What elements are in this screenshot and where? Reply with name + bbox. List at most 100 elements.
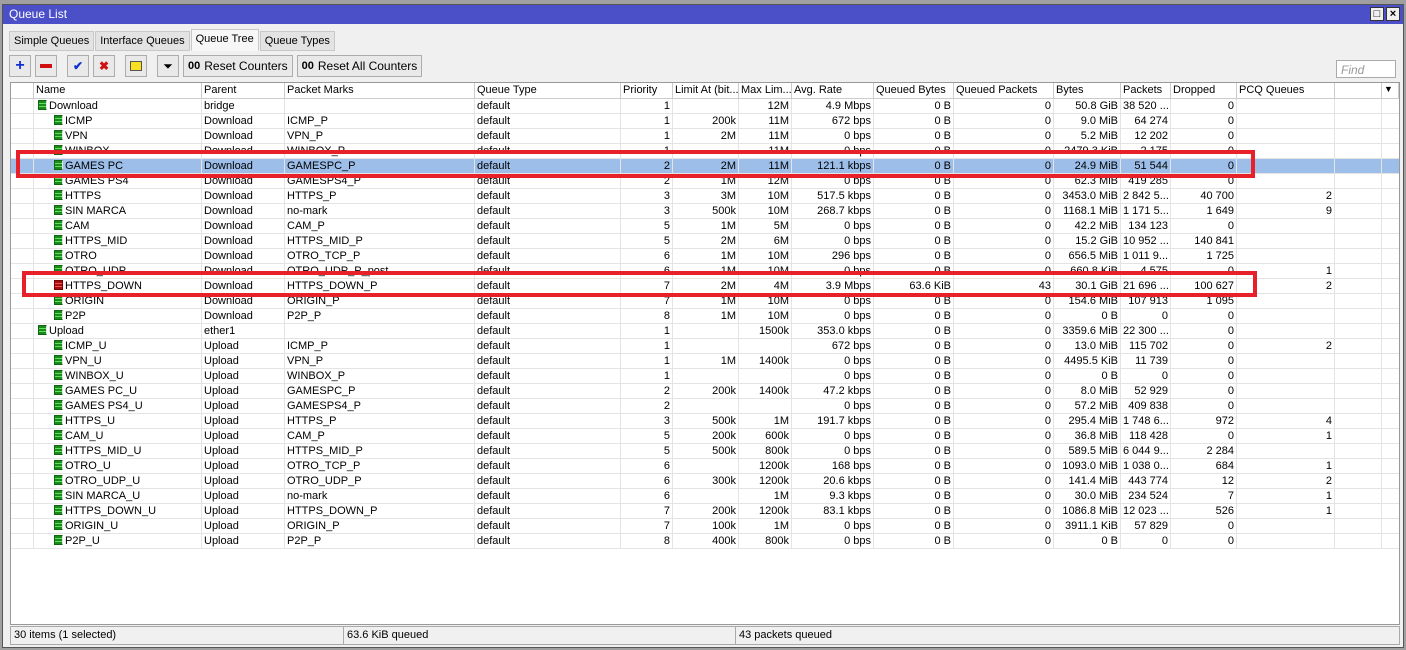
table-row[interactable]: OTRO Download OTRO_TCP_P default 6 1M 10M 296 b… xyxy=(11,249,1399,264)
table-row[interactable]: WINBOX Download WINBOX_P default 1 11M 0 bps 0 … xyxy=(11,144,1399,159)
queue-name: Upload xyxy=(49,325,84,337)
table-row[interactable]: VPN_U Upload VPN_P default 1 1M 1400k 0 bps 0 B0… xyxy=(11,354,1399,369)
table-row[interactable]: CAM Download CAM_P default 5 1M 5M 0 bps 0 B 0 42.… xyxy=(11,219,1399,234)
reset-all-counters-button[interactable]: 00 Reset All Counters xyxy=(296,55,423,77)
table-row[interactable]: OTRO_UDP_U Upload OTRO_UDP_P default 6 300k 12… xyxy=(11,474,1399,489)
cell-prio: 7 xyxy=(621,279,673,293)
table-row[interactable]: HTTPS Download HTTPS_P default 3 3M 10M 517.5 k… xyxy=(11,189,1399,204)
row-gutter xyxy=(11,324,34,338)
reset-counters-label: Reset Counters xyxy=(204,59,288,73)
table-row[interactable]: SIN MARCA Download no-mark default 3 500k 10M 2… xyxy=(11,204,1399,219)
cell-qbytes: 0 B xyxy=(874,474,954,488)
cell-qbytes: 0 B xyxy=(874,204,954,218)
cell-marks xyxy=(285,99,475,113)
note-icon xyxy=(130,61,142,71)
table-row[interactable]: WINBOX_U Upload WINBOX_P default 1 0 bps 0 B00… xyxy=(11,369,1399,384)
column-header-blank xyxy=(1335,83,1382,98)
cell-dropped: 1 095 xyxy=(1171,294,1237,308)
table-row[interactable]: HTTPS_DOWN_U Upload HTTPS_DOWN_P default 7 20… xyxy=(11,504,1399,519)
table-row[interactable]: VPN Download VPN_P default 1 2M 11M 0 bps 0 B 0 5.… xyxy=(11,129,1399,144)
tab-simple-queues[interactable]: Simple Queues xyxy=(9,31,95,51)
queue-name: CAM_U xyxy=(65,430,104,442)
table-row[interactable]: GAMES PC Download GAMESPC_P default 2 2M 11M 12… xyxy=(11,159,1399,174)
table-row[interactable]: HTTPS_DOWN Download HTTPS_DOWN_P default 7 2M… xyxy=(11,279,1399,294)
column-header[interactable]: Packet Marks xyxy=(285,83,475,98)
queue-status-icon xyxy=(54,400,63,410)
maximize-button[interactable]: □ xyxy=(1370,7,1384,21)
table-row[interactable]: ICMP_U Upload ICMP_P default 1 672 bps 0 B 0 13.… xyxy=(11,339,1399,354)
table-row[interactable]: CAM_U Upload CAM_P default 5 200k 600k 0 bps 0 B… xyxy=(11,429,1399,444)
column-header[interactable]: Parent xyxy=(202,83,285,98)
table-row[interactable]: ORIGIN Download ORIGIN_P default 7 1M 10M 0 bps… xyxy=(11,294,1399,309)
table-row[interactable]: ORIGIN_U Upload ORIGIN_P default 7 100k 1M 0 bp… xyxy=(11,519,1399,534)
cell-pcq xyxy=(1237,129,1335,143)
table-row[interactable]: P2P_U Upload P2P_P default 8 400k 800k 0 bps 0 B… xyxy=(11,534,1399,549)
column-header[interactable]: Avg. Rate xyxy=(792,83,874,98)
column-header[interactable]: Queue Type xyxy=(475,83,621,98)
cell-bytes: 3359.6 MiB xyxy=(1054,324,1121,338)
cell-rate: 0 bps xyxy=(792,294,874,308)
cell-rate: 672 bps xyxy=(792,339,874,353)
cell-dropped: 140 841 xyxy=(1171,234,1237,248)
table-row[interactable]: SIN MARCA_U Upload no-mark default 6 1M 9.3 kb… xyxy=(11,489,1399,504)
disable-button[interactable]: ✖ xyxy=(93,55,115,77)
column-header[interactable]: Limit At (bit... xyxy=(673,83,739,98)
queue-name: HTTPS_MID_U xyxy=(65,445,142,457)
cell-rate: 296 bps xyxy=(792,249,874,263)
cell-bytes: 2479.3 KiB xyxy=(1054,144,1121,158)
comment-button[interactable] xyxy=(125,55,147,77)
filter-button[interactable]: ⏷ xyxy=(157,55,179,77)
row-gutter xyxy=(11,309,34,323)
cell-type: default xyxy=(475,444,621,458)
cell-qpkts: 0 xyxy=(954,519,1054,533)
column-header[interactable]: Max Lim... xyxy=(739,83,792,98)
tab-queue-tree[interactable]: Queue Tree xyxy=(190,29,259,51)
column-header[interactable]: Bytes xyxy=(1054,83,1121,98)
cell-rate: 0 bps xyxy=(792,429,874,443)
cell-dropped: 1 649 xyxy=(1171,204,1237,218)
column-header[interactable]: Packets xyxy=(1121,83,1171,98)
cell-name: ICMP xyxy=(34,114,202,128)
table-row[interactable]: HTTPS_U Upload HTTPS_P default 3 500k 1M 191.7 … xyxy=(11,414,1399,429)
table-row[interactable]: Upload ether1 default 1 1500k 353.0 kbps 0 B03… xyxy=(11,324,1399,339)
tab-queue-types[interactable]: Queue Types xyxy=(259,31,335,51)
table-row[interactable]: ICMP Download ICMP_P default 1 200k 11M 672 bps… xyxy=(11,114,1399,129)
cell-parent: Download xyxy=(202,309,285,323)
column-dropdown-button[interactable]: ▼ xyxy=(1382,83,1399,98)
cell-dropped: 0 xyxy=(1171,129,1237,143)
table-row[interactable]: P2P Download P2P_P default 8 1M 10M 0 bps 0 B00 … xyxy=(11,309,1399,324)
cell-type: default xyxy=(475,324,621,338)
column-header[interactable]: Priority xyxy=(621,83,673,98)
find-input[interactable]: Find xyxy=(1336,60,1396,78)
table-row[interactable]: GAMES PS4_U Upload GAMESPS4_P default 2 0 bps… xyxy=(11,399,1399,414)
enable-button[interactable]: ✔ xyxy=(67,55,89,77)
column-header[interactable]: Name xyxy=(34,83,202,98)
column-header[interactable]: Queued Bytes xyxy=(874,83,954,98)
title-bar[interactable]: Queue List □ × xyxy=(3,5,1403,24)
queue-name: OTRO xyxy=(65,250,97,262)
reset-counters-button[interactable]: 00 Reset Counters xyxy=(183,55,293,77)
column-header[interactable]: Dropped xyxy=(1171,83,1237,98)
cell-pkts: 12 023 ... xyxy=(1121,504,1171,518)
table-row[interactable]: GAMES PS4 Download GAMESPS4_P default 2 1M 12M… xyxy=(11,174,1399,189)
tab-interface-queues[interactable]: Interface Queues xyxy=(95,31,190,51)
cell-max: 1400k xyxy=(739,354,792,368)
table-row[interactable]: HTTPS_MID_U Upload HTTPS_MID_P default 5 500k… xyxy=(11,444,1399,459)
close-button[interactable]: × xyxy=(1386,7,1400,21)
cell-dropped: 0 xyxy=(1171,429,1237,443)
cell-parent: Upload xyxy=(202,399,285,413)
remove-button[interactable] xyxy=(35,55,57,77)
table-row[interactable]: HTTPS_MID Download HTTPS_MID_P default 5 2M 6M… xyxy=(11,234,1399,249)
column-header[interactable]: PCQ Queues xyxy=(1237,83,1335,98)
table-row[interactable]: OTRO_UDP Download OTRO_UDP_P_post default 6 1… xyxy=(11,264,1399,279)
table-row[interactable]: Download bridge default 1 12M 4.9 Mbps 0 B 0 50.… xyxy=(11,99,1399,114)
queue-name: ICMP xyxy=(65,115,93,127)
cell-prio: 6 xyxy=(621,474,673,488)
cell-dropped: 1 725 xyxy=(1171,249,1237,263)
row-gutter xyxy=(11,144,34,158)
table-row[interactable]: GAMES PC_U Upload GAMESPC_P default 2 200k 140… xyxy=(11,384,1399,399)
table-row[interactable]: OTRO_U Upload OTRO_TCP_P default 6 1200k 168 b… xyxy=(11,459,1399,474)
column-header[interactable]: Queued Packets xyxy=(954,83,1054,98)
cell-bytes: 5.2 MiB xyxy=(1054,129,1121,143)
add-button[interactable]: + xyxy=(9,55,31,77)
